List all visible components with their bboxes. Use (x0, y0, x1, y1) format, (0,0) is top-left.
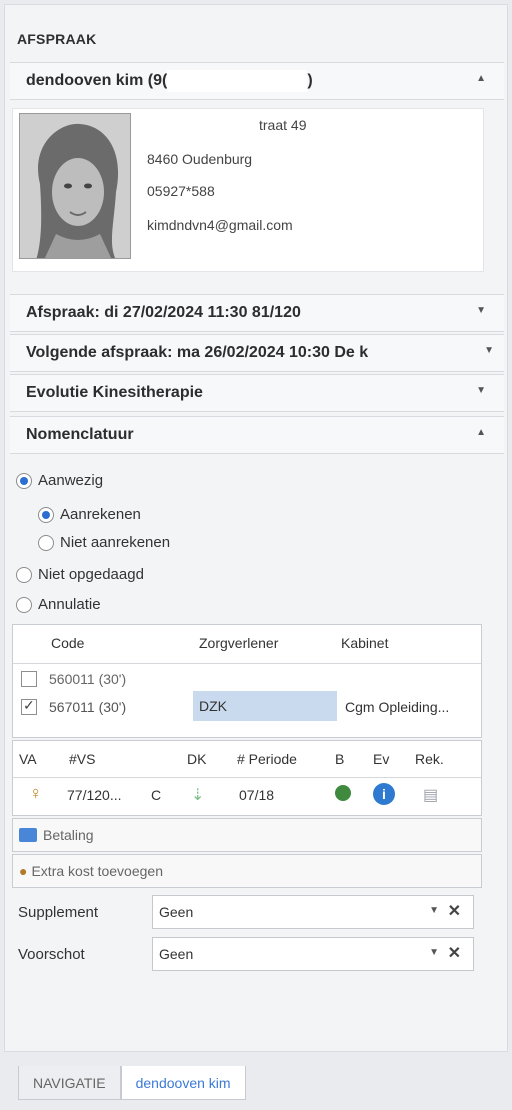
evolution-label: Evolutie Kinesitherapie (26, 384, 203, 401)
payment-icon (19, 828, 37, 842)
redacted-block (167, 70, 308, 92)
radio-dot[interactable] (38, 534, 54, 551)
invoice-icon[interactable]: ▤ (423, 785, 438, 805)
radio-dot[interactable] (16, 596, 32, 613)
chevron-up-icon[interactable]: ▲ (476, 427, 486, 438)
radio-label: Aanwezig (38, 472, 104, 489)
chevron-down-icon[interactable]: ▼ (429, 905, 439, 916)
row-kabinet: Cgm Opleiding... (345, 699, 450, 715)
supplement-label: Supplement (18, 903, 99, 921)
person-icon[interactable]: ♀ (29, 783, 43, 804)
patient-accordion-header[interactable]: dendooven kim (9( ) ▲ (10, 62, 504, 100)
row-periode: 07/18 (239, 787, 275, 803)
clear-icon[interactable]: ✕ (448, 943, 461, 963)
radio-dot[interactable] (16, 566, 32, 583)
supplement-select[interactable]: Geen ▼ ✕ (152, 895, 474, 929)
row-dk: C (151, 787, 162, 803)
row-checkbox[interactable] (21, 697, 37, 715)
appointment-label: Afspraak: di 27/02/2024 11:30 81/120 (26, 304, 301, 321)
contact-card: traat 49 8460 Oudenburg 05927*588 kimdnd… (12, 108, 484, 272)
radio-dot[interactable] (16, 472, 32, 489)
info-icon[interactable]: i (373, 783, 395, 805)
supplement-value: Geen (159, 904, 194, 920)
radio-aanrekenen[interactable]: Aanrekenen (38, 506, 141, 523)
clear-icon[interactable]: ✕ (448, 901, 461, 921)
nomenclature-header[interactable]: Nomenclatuur ▲ (10, 416, 504, 454)
evolution-header[interactable]: Evolutie Kinesitherapie ▼ (10, 374, 504, 412)
next-appointment-label: Volgende afspraak: ma 26/02/2024 10:30 D… (26, 344, 369, 361)
panel-title: AFSPRAAK (17, 31, 97, 47)
bottom-tabs: NAVIGATIE dendooven kim (18, 1066, 246, 1100)
patient-photo (19, 113, 131, 259)
radio-label: Niet aanrekenen (60, 534, 171, 551)
tab-navigatie[interactable]: NAVIGATIE (18, 1066, 121, 1100)
contact-city: 8460 Oudenburg (147, 151, 253, 167)
voorschot-label: Voorschot (18, 945, 85, 963)
radio-annulatie[interactable]: Annulatie (16, 596, 101, 613)
col-code[interactable]: Code (51, 635, 84, 651)
radio-label: Niet opgedaagd (38, 566, 144, 583)
grid-divider (13, 777, 481, 778)
patient-name-tail: ) (307, 72, 313, 89)
row-vs: 77/120... (67, 787, 122, 803)
chevron-down-icon[interactable]: ▼ (476, 305, 486, 316)
chevron-down-icon[interactable]: ▼ (429, 947, 439, 958)
chevron-down-icon[interactable]: ▼ (484, 345, 494, 356)
supplement-row: Supplement Geen ▼ ✕ (12, 894, 482, 930)
chevron-down-icon[interactable]: ▼ (476, 385, 486, 396)
voorschot-select[interactable]: Geen ▼ ✕ (152, 937, 474, 971)
grid-divider (13, 663, 481, 664)
radio-label: Aanrekenen (60, 506, 141, 523)
nomenclature-grid: Code Zorgverlener Kabinet 560011 (30') 5… (12, 624, 482, 738)
next-appointment-header[interactable]: Volgende afspraak: ma 26/02/2024 10:30 D… (10, 334, 504, 372)
contact-street: traat 49 (259, 117, 307, 133)
row-code: 560011 (30') (49, 671, 127, 687)
voorschot-row: Voorschot Geen ▼ ✕ (12, 936, 482, 972)
col-periode[interactable]: # Periode (237, 751, 297, 767)
row-provider[interactable]: DZK (193, 691, 337, 721)
session-grid: VA #VS DK # Periode B Ev Rek. ♀ 77/120..… (12, 740, 482, 816)
redacted-street (147, 115, 259, 137)
col-dk[interactable]: DK (187, 751, 206, 767)
radio-aanwezig[interactable]: Aanwezig (16, 472, 103, 489)
radio-niet-aanrekenen[interactable]: Niet aanrekenen (38, 534, 170, 551)
payment-row[interactable]: Betaling (12, 818, 482, 852)
row-checkbox[interactable] (21, 671, 37, 687)
col-vs[interactable]: #VS (69, 751, 95, 767)
patient-name: dendooven kim (9( (26, 72, 168, 89)
col-zorgverlener[interactable]: Zorgverlener (199, 635, 278, 651)
col-kabinet[interactable]: Kabinet (341, 635, 388, 651)
appointment-section-header[interactable]: Afspraak: di 27/02/2024 11:30 81/120 ▼ (10, 294, 504, 332)
extra-cost-label: Extra kost toevoegen (31, 863, 163, 879)
radio-niet-opgedaagd[interactable]: Niet opgedaagd (16, 566, 144, 583)
arrow-down-icon[interactable]: ⇣ (191, 785, 204, 805)
coin-icon: ● (19, 863, 28, 879)
contact-email[interactable]: kimdndvn4@gmail.com (147, 217, 293, 233)
col-rek[interactable]: Rek. (415, 751, 444, 767)
radio-dot[interactable] (38, 506, 54, 523)
extra-cost-row[interactable]: ● Extra kost toevoegen (12, 854, 482, 888)
col-ev[interactable]: Ev (373, 751, 389, 767)
nomenclature-label: Nomenclatuur (26, 426, 134, 443)
chevron-up-icon[interactable]: ▲ (476, 73, 486, 84)
radio-label: Annulatie (38, 596, 101, 613)
row-code: 567011 (30') (49, 699, 127, 715)
tab-patient[interactable]: dendooven kim (120, 1066, 246, 1100)
voorschot-value: Geen (159, 946, 194, 962)
payment-label: Betaling (43, 827, 94, 843)
contact-phone: 05927*588 (147, 183, 215, 199)
grid-header: Code Zorgverlener Kabinet (13, 625, 481, 663)
col-b[interactable]: B (335, 751, 344, 767)
col-va[interactable]: VA (19, 751, 37, 767)
status-green-icon[interactable] (335, 785, 351, 801)
